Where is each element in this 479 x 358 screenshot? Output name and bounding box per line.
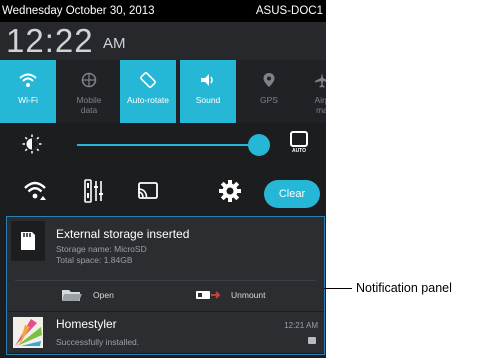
tile-sound[interactable]: Sound [180,60,236,123]
device-name: ASUS-DOC1 [255,5,323,17]
tile-sound-label: Sound [195,95,221,105]
auto-brightness-label: AUTO [291,148,307,154]
wifi-icon [0,70,56,90]
tile-auto-rotate[interactable]: Auto-rotate [120,60,176,123]
tile-wifi[interactable]: Wi-Fi [0,60,56,123]
globe-icon [61,70,117,90]
brightness-slider-handle[interactable] [248,134,270,156]
clock-ampm: AM [103,35,126,52]
tile-mobile-data[interactable]: Mobile data [61,60,117,123]
clock-time: 12:22 [6,22,94,59]
gps-icon [241,70,297,90]
notification-panel-highlight [6,216,325,355]
clear-button[interactable]: Clear [264,180,320,208]
tile-gps[interactable]: GPS [241,60,297,123]
speaker-icon [180,70,236,90]
auto-brightness-icon [290,131,308,147]
tile-airplane-label: Airp ma [314,95,326,115]
status-date: Wednesday October 30, 2013 [2,5,155,17]
clock-header: 12:22 AM [0,22,326,60]
brightness-icon [22,134,42,159]
tile-auto-rotate-label: Auto-rotate [126,95,170,105]
screen-cast-icon[interactable] [134,178,162,204]
airplane-icon [294,70,326,90]
tile-airplane[interactable]: Airp ma [294,60,326,123]
toolbar-row: Clear [0,166,326,216]
quick-settings-row: Wi-Fi Mobile data Auto-rotate Sound GPS [0,60,326,123]
gear-icon[interactable] [216,178,244,204]
callout-label: Notification panel [356,281,452,295]
quick-settings-edit-icon[interactable] [81,178,109,204]
callout-line [324,288,352,289]
tile-gps-label: GPS [260,95,278,105]
brightness-row: AUTO [0,123,326,166]
notification-shade: Wednesday October 30, 2013 ASUS-DOC1 12:… [0,0,326,358]
wifi-settings-icon[interactable] [22,178,50,204]
auto-brightness-toggle[interactable]: AUTO [290,131,308,157]
tile-wifi-label: Wi-Fi [18,95,38,105]
brightness-slider[interactable] [77,144,260,146]
status-bar: Wednesday October 30, 2013 ASUS-DOC1 [0,0,326,22]
rotate-icon [120,70,176,90]
tile-mobile-data-label: Mobile data [76,95,102,115]
